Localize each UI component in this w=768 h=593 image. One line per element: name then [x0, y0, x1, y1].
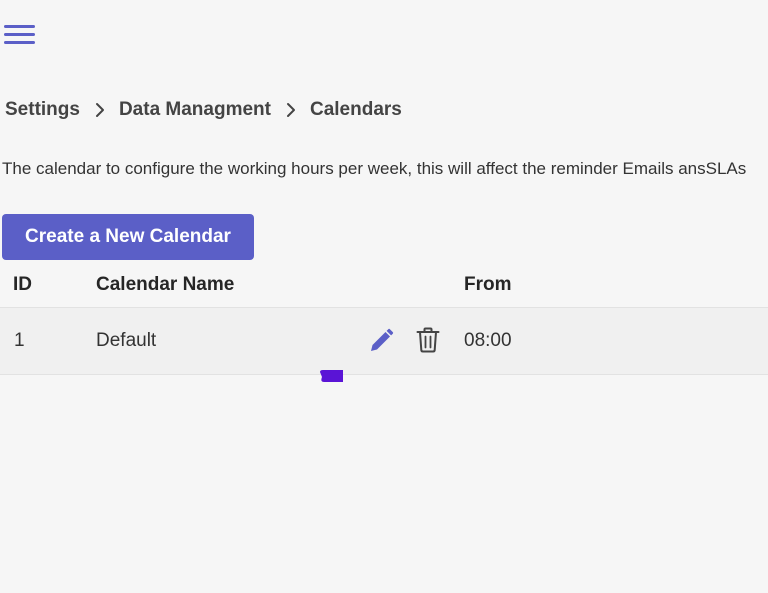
- column-header-calendar-name[interactable]: Calendar Name: [96, 274, 234, 296]
- breadcrumb: Settings Data Managment Calendars: [5, 96, 402, 124]
- calendars-page: Settings Data Managment Calendars The ca…: [0, 0, 768, 593]
- pencil-icon[interactable]: [368, 328, 394, 360]
- column-header-id[interactable]: ID: [13, 274, 32, 296]
- create-calendar-button[interactable]: Create a New Calendar: [2, 214, 254, 260]
- mouse-cursor-icon: [320, 369, 344, 382]
- cell-from: 08:00: [464, 330, 512, 351]
- cell-calendar-name: Default: [96, 330, 157, 351]
- page-description: The calendar to configure the working ho…: [2, 159, 747, 178]
- table-row[interactable]: 1 Default 08:00: [0, 308, 768, 375]
- breadcrumb-calendars: Calendars: [309, 99, 402, 120]
- hamburger-menu-icon[interactable]: [4, 22, 36, 46]
- chevron-right-icon: [286, 102, 296, 118]
- trash-icon[interactable]: [416, 327, 440, 359]
- breadcrumb-data-management[interactable]: Data Managment: [119, 99, 271, 121]
- column-header-from[interactable]: From: [464, 274, 512, 296]
- table-header: ID Calendar Name From: [0, 262, 768, 308]
- cell-id: 1: [14, 330, 25, 351]
- chevron-right-icon: [95, 102, 105, 118]
- breadcrumb-settings[interactable]: Settings: [5, 99, 80, 121]
